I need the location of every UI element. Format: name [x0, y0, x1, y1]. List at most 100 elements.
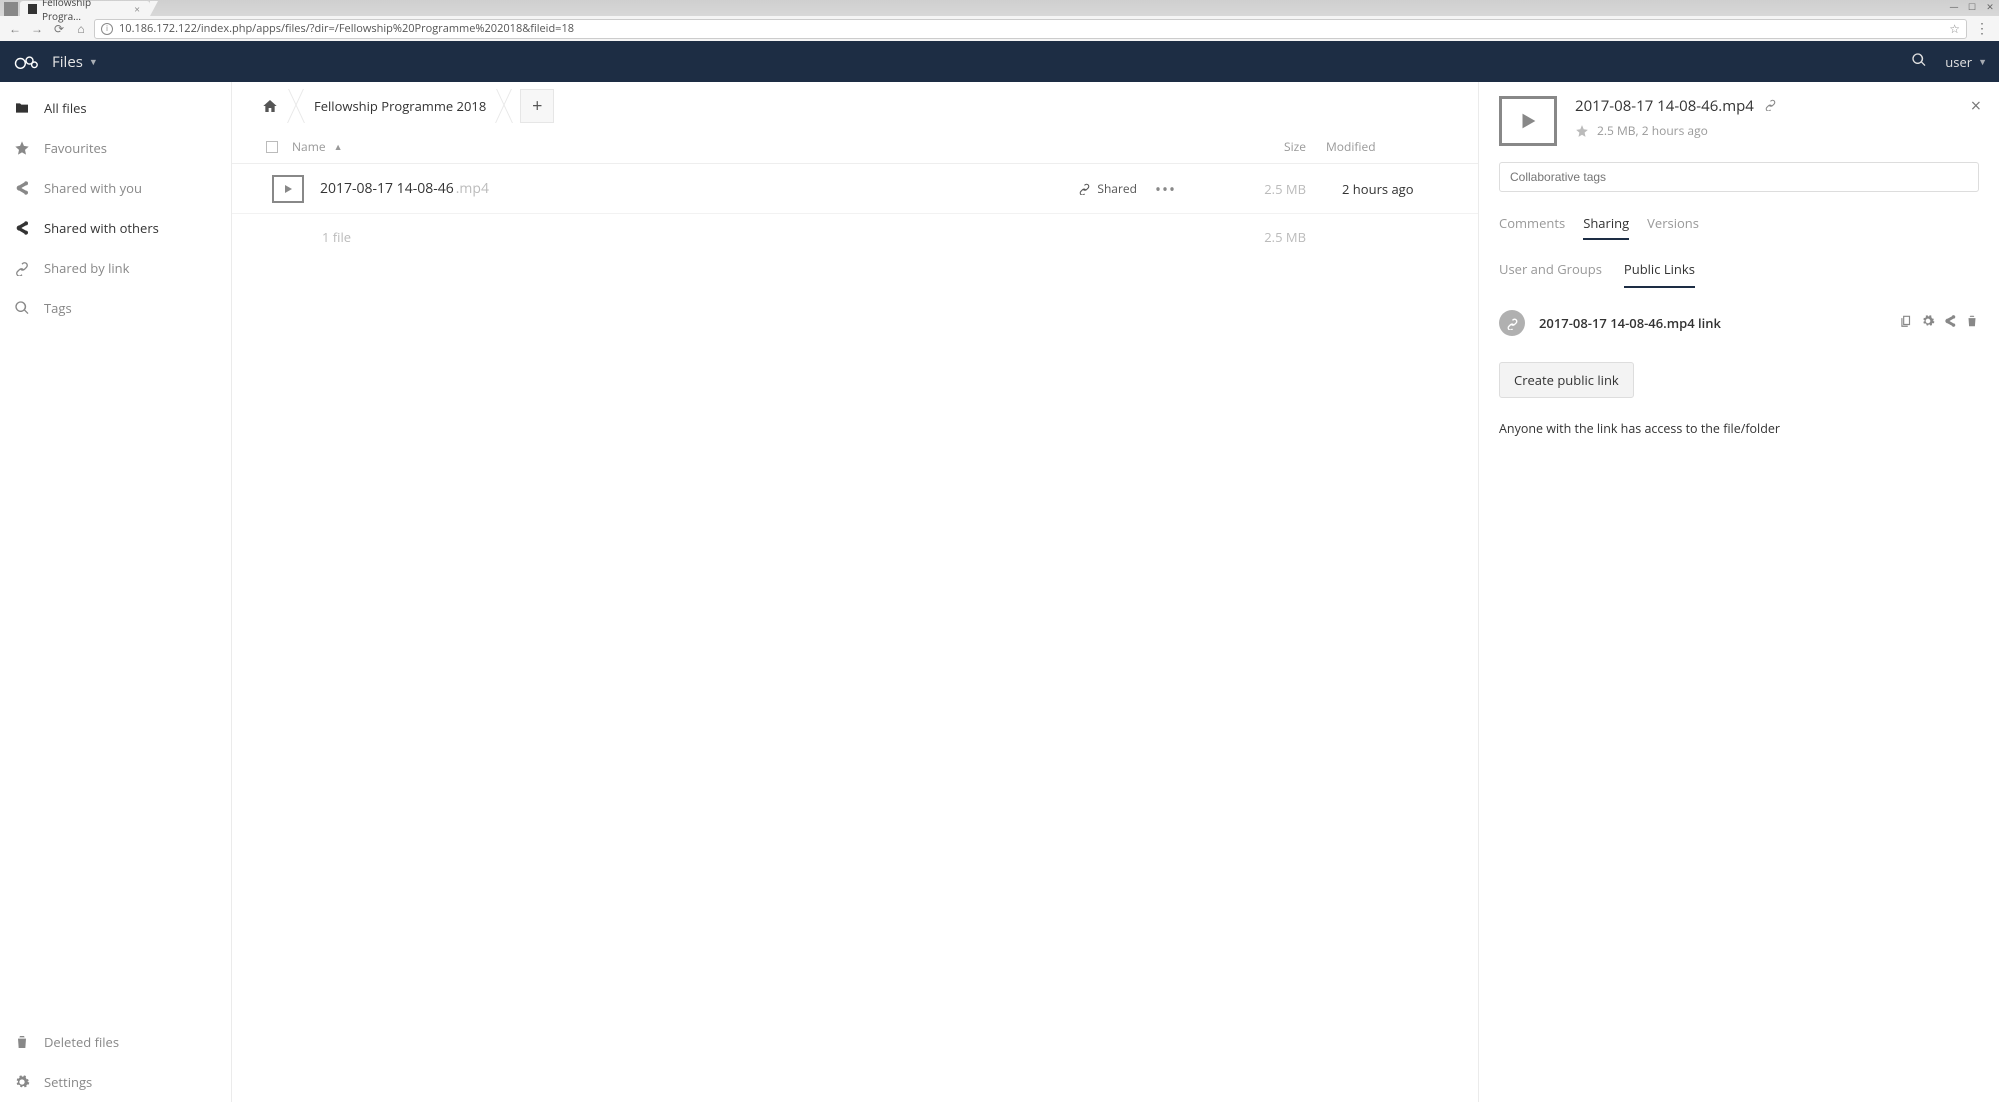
tags-input[interactable]	[1499, 162, 1979, 192]
sidebar-item-shared-with-you[interactable]: Shared with you	[0, 168, 231, 208]
tab-comments[interactable]: Comments	[1499, 214, 1565, 240]
site-info-icon[interactable]: i	[101, 23, 113, 35]
sidebar: All files Favourites Shared with you Sha…	[0, 82, 232, 1102]
trash-icon	[14, 1034, 30, 1050]
sidebar-item-label: Shared with others	[44, 219, 159, 237]
tab-close-icon[interactable]: ×	[134, 2, 140, 16]
gear-icon[interactable]	[1921, 314, 1935, 332]
details-subtitle: 2.5 MB, 2 hours ago	[1575, 122, 1777, 139]
file-shared-badge[interactable]: Shared	[1078, 180, 1137, 197]
file-modified: 2 hours ago	[1306, 180, 1456, 198]
play-icon	[282, 183, 294, 195]
create-public-link-label: Create public link	[1514, 371, 1619, 389]
search-icon[interactable]	[1911, 52, 1927, 72]
column-size-label: Size	[1284, 138, 1306, 155]
owncloud-logo-icon[interactable]	[12, 51, 40, 73]
sidebar-bottom: Deleted files Settings	[0, 1022, 231, 1102]
breadcrumb-current[interactable]: Fellowship Programme 2018	[300, 89, 500, 123]
window-minimize-icon[interactable]: —	[1945, 0, 1963, 12]
column-name[interactable]: Name ▲	[292, 138, 1176, 155]
browser-chrome: Fellowship Progra... × — ☐ ✕ ← → ⟳ ⌂ i 1…	[0, 0, 1999, 41]
sidebar-item-label: Shared by link	[44, 259, 129, 277]
select-all-checkbox[interactable]	[266, 141, 278, 153]
star-icon	[14, 140, 30, 156]
create-public-link-button[interactable]: Create public link	[1499, 362, 1634, 398]
window-maximize-icon[interactable]: ☐	[1963, 0, 1981, 12]
caret-down-icon: ▼	[1978, 55, 1987, 68]
sidebar-item-shared-by-link[interactable]: Shared by link	[0, 248, 231, 288]
subtab-users-groups[interactable]: User and Groups	[1499, 260, 1602, 288]
link-badge-icon	[1499, 310, 1525, 336]
address-bar[interactable]: i 10.186.172.122/index.php/apps/files/?d…	[94, 19, 1967, 39]
more-icon: •••	[1155, 178, 1176, 200]
link-icon[interactable]	[1764, 97, 1777, 115]
tab-versions[interactable]: Versions	[1647, 214, 1699, 240]
sidebar-item-favourites[interactable]: Favourites	[0, 128, 231, 168]
trash-icon[interactable]	[1965, 314, 1979, 332]
sharing-hint: Anyone with the link has access to the f…	[1499, 420, 1979, 437]
sidebar-item-label: Favourites	[44, 139, 107, 157]
plus-icon: +	[532, 94, 542, 118]
app-name-label: Files	[52, 52, 83, 72]
breadcrumb-label: Fellowship Programme 2018	[314, 97, 486, 115]
share-icon[interactable]	[1943, 314, 1957, 332]
table-header: Name ▲ Size Modified	[232, 130, 1478, 164]
sidebar-item-tags[interactable]: Tags	[0, 288, 231, 328]
caret-down-icon: ▼	[89, 55, 98, 68]
details-thumbnail	[1499, 96, 1557, 146]
share-in-icon	[14, 180, 30, 196]
file-extension: .mp4	[456, 179, 489, 198]
subtab-public-links[interactable]: Public Links	[1624, 260, 1695, 288]
share-out-icon	[14, 220, 30, 236]
details-panel: × 2017-08-17 14-08-46.mp4 2.5 MB, 2 hour…	[1479, 82, 1999, 1102]
details-subtitle-text: 2.5 MB, 2 hours ago	[1597, 122, 1708, 139]
app-switcher[interactable]: Files ▼	[52, 52, 98, 72]
tag-icon	[14, 300, 30, 316]
sidebar-item-label: Tags	[44, 299, 72, 317]
sidebar-item-deleted[interactable]: Deleted files	[0, 1022, 231, 1062]
column-modified-label: Modified	[1326, 138, 1376, 155]
details-title: 2017-08-17 14-08-46.mp4	[1575, 96, 1754, 116]
file-basename: 2017-08-17 14-08-46	[320, 179, 454, 198]
copy-icon[interactable]	[1899, 314, 1913, 332]
tab-sharing[interactable]: Sharing	[1583, 214, 1629, 240]
os-icon	[4, 2, 18, 16]
tab-title: Fellowship Progra...	[42, 0, 123, 23]
file-shared-label: Shared	[1097, 180, 1137, 197]
browser-tab[interactable]: Fellowship Progra... ×	[20, 1, 150, 16]
column-size[interactable]: Size	[1176, 138, 1306, 155]
sidebar-item-settings[interactable]: Settings	[0, 1062, 231, 1102]
sharing-subtabs: User and Groups Public Links	[1499, 260, 1979, 288]
bookmark-star-icon[interactable]: ☆	[1949, 20, 1960, 37]
gear-icon	[14, 1074, 30, 1090]
user-menu[interactable]: user ▼	[1945, 53, 1987, 71]
new-button[interactable]: +	[520, 89, 554, 123]
summary-count: 1 file	[322, 228, 351, 246]
sort-asc-icon: ▲	[334, 140, 343, 153]
play-icon	[1517, 110, 1539, 132]
column-modified[interactable]: Modified	[1306, 138, 1456, 155]
home-icon	[262, 98, 278, 114]
sidebar-item-all-files[interactable]: All files	[0, 88, 231, 128]
file-name[interactable]: 2017-08-17 14-08-46 .mp4	[320, 179, 1078, 198]
window-controls: — ☐ ✕	[1945, 0, 1999, 12]
details-tabs: Comments Sharing Versions	[1499, 214, 1979, 240]
public-link-row: 2017-08-17 14-08-46.mp4 link	[1499, 310, 1979, 336]
sidebar-item-label: Settings	[44, 1073, 92, 1091]
tab-favicon-icon	[28, 4, 37, 14]
browser-menu-icon[interactable]: ⋮	[1971, 19, 1993, 38]
app-header: Files ▼ user ▼	[0, 41, 1999, 82]
breadcrumb-home[interactable]	[248, 89, 292, 123]
star-icon[interactable]	[1575, 124, 1589, 138]
file-more-button[interactable]: •••	[1155, 178, 1176, 200]
nav-back-icon[interactable]: ←	[6, 20, 24, 38]
public-link-name[interactable]: 2017-08-17 14-08-46.mp4 link	[1539, 314, 1885, 332]
sidebar-item-shared-with-others[interactable]: Shared with others	[0, 208, 231, 248]
window-close-icon[interactable]: ✕	[1981, 0, 1999, 12]
file-thumbnail	[272, 175, 304, 203]
folder-icon	[14, 100, 30, 116]
url-text: 10.186.172.122/index.php/apps/files/?dir…	[119, 21, 574, 36]
file-row[interactable]: 2017-08-17 14-08-46 .mp4 Shared ••• 2.5 …	[232, 164, 1478, 214]
nav-list: All files Favourites Shared with you Sha…	[0, 82, 231, 1022]
close-icon[interactable]: ×	[1971, 94, 1981, 118]
